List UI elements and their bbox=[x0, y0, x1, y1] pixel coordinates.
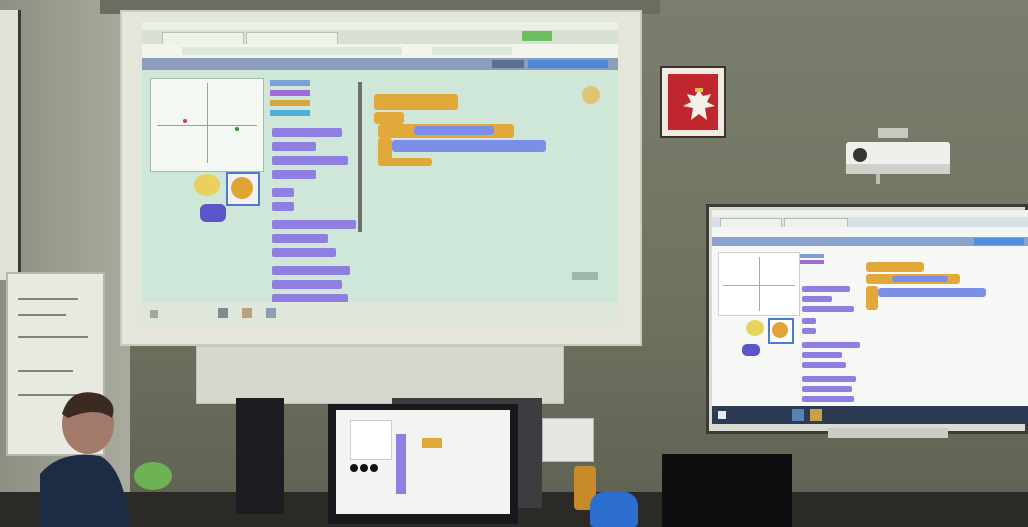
scratch-menubar bbox=[712, 237, 1028, 246]
smartboard-scratch-window bbox=[712, 210, 1028, 406]
motion-block[interactable] bbox=[272, 202, 294, 211]
c-block-arm bbox=[866, 286, 878, 310]
browser-tab[interactable] bbox=[246, 32, 338, 44]
condition-block[interactable] bbox=[892, 276, 948, 282]
sprite-ball[interactable] bbox=[746, 320, 764, 336]
motion-block[interactable] bbox=[272, 280, 342, 289]
see-project-page-button[interactable] bbox=[974, 238, 1024, 245]
eagle-icon bbox=[683, 88, 715, 120]
sprite-ball[interactable] bbox=[194, 174, 220, 196]
c-block-end bbox=[378, 158, 432, 166]
motion-block[interactable] bbox=[272, 294, 348, 302]
sprite-beetle[interactable] bbox=[200, 204, 226, 222]
motion-block[interactable] bbox=[272, 170, 316, 179]
browser-tabbar bbox=[142, 30, 618, 44]
address-bar[interactable] bbox=[142, 44, 618, 58]
motion-block[interactable] bbox=[272, 234, 328, 243]
motion-block[interactable] bbox=[272, 142, 316, 151]
window-control[interactable] bbox=[522, 31, 552, 41]
block-palette bbox=[270, 80, 358, 302]
window-frame bbox=[0, 10, 21, 280]
hat-block[interactable] bbox=[866, 262, 924, 272]
motion-block[interactable] bbox=[272, 188, 294, 197]
motion-block[interactable] bbox=[272, 248, 336, 257]
motion-block[interactable] bbox=[272, 220, 356, 229]
robot-toy-icon bbox=[590, 492, 638, 527]
browser-tab[interactable] bbox=[162, 32, 244, 44]
scratch-stage[interactable] bbox=[718, 252, 800, 316]
sprite-beetle[interactable] bbox=[742, 344, 760, 356]
monitor-screen-scratch bbox=[336, 410, 510, 514]
smartboard-taskbar bbox=[712, 406, 1028, 424]
motion-block[interactable] bbox=[272, 266, 350, 275]
motion-block[interactable] bbox=[272, 156, 348, 165]
palette-scrollbar[interactable] bbox=[358, 82, 362, 232]
whiteboard bbox=[196, 346, 564, 404]
browser-tabbar bbox=[712, 217, 1028, 227]
scratch-menubar bbox=[142, 58, 618, 70]
browser-menubar bbox=[712, 210, 1028, 217]
motion-block-in-script[interactable] bbox=[392, 140, 546, 152]
share-button[interactable] bbox=[492, 60, 524, 68]
control-block[interactable] bbox=[374, 112, 404, 124]
address-bar[interactable] bbox=[712, 227, 1028, 237]
printer bbox=[542, 418, 594, 462]
projector-icon bbox=[846, 128, 950, 184]
see-project-page-button[interactable] bbox=[528, 60, 608, 68]
zoom-controls[interactable] bbox=[572, 272, 598, 280]
projected-taskbar bbox=[142, 302, 618, 326]
browser-menubar bbox=[142, 22, 618, 30]
motion-block-in-script[interactable] bbox=[878, 288, 986, 297]
person bbox=[40, 392, 130, 527]
hat-block[interactable] bbox=[374, 94, 458, 110]
monitor-icon bbox=[662, 454, 792, 527]
scratch-stage[interactable] bbox=[150, 78, 264, 172]
smartboard-pen-tray bbox=[828, 428, 948, 438]
block-palette bbox=[800, 254, 860, 404]
sprite-selected[interactable] bbox=[768, 318, 794, 344]
monitor-icon bbox=[328, 404, 518, 524]
condition-block[interactable] bbox=[414, 126, 494, 135]
polish-eagle-icon bbox=[660, 66, 726, 138]
sprite-selected[interactable] bbox=[226, 172, 260, 206]
monitor-icon bbox=[236, 398, 284, 514]
sprite-preview bbox=[582, 86, 600, 104]
motion-block[interactable] bbox=[272, 128, 342, 137]
projected-scratch-window bbox=[142, 22, 618, 302]
